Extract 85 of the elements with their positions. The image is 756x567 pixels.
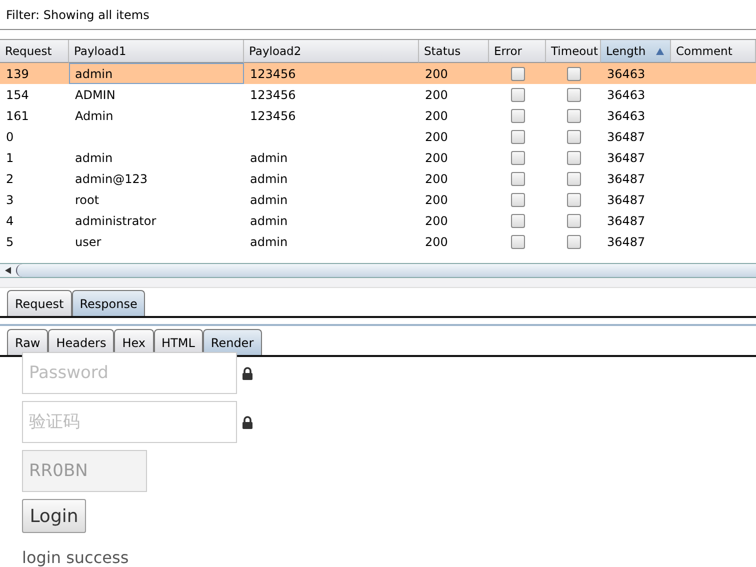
table-cell: 123456 — [250, 88, 296, 102]
table-cell: admin — [250, 214, 288, 228]
tab[interactable]: Render — [202, 329, 262, 355]
table-cell: 200 — [425, 192, 448, 206]
table-cell: 154 — [6, 88, 29, 102]
password-field[interactable]: Password — [22, 352, 237, 394]
table-cell: admin — [250, 234, 288, 248]
table-cell: 200 — [425, 88, 448, 102]
column-header[interactable]: Payload2 — [244, 40, 419, 63]
column-header[interactable]: Length — [601, 40, 671, 63]
sort-icon — [656, 48, 664, 54]
filter-label: Filter: Showing all items — [6, 8, 150, 22]
status-message: login success — [22, 548, 130, 567]
table-cell: 200 — [425, 130, 448, 144]
lock-icon — [242, 366, 253, 380]
tab[interactable]: Request — [7, 290, 72, 316]
table-cell: admin — [250, 172, 288, 186]
table-cell: 4 — [6, 214, 14, 228]
checkbox[interactable] — [510, 214, 524, 228]
checkbox[interactable] — [510, 172, 524, 186]
table-cell: admin — [250, 192, 288, 206]
table-cell: 36463 — [607, 66, 646, 80]
checkbox[interactable] — [566, 108, 580, 122]
table-cell: 200 — [425, 108, 448, 122]
table-cell: 36487 — [607, 234, 646, 248]
table-cell: admin — [250, 150, 288, 164]
column-header[interactable]: Request — [0, 40, 69, 63]
table-cell: 200 — [425, 150, 448, 164]
table-cell: 0 — [6, 130, 14, 144]
table-cell: 36487 — [607, 192, 646, 206]
table-cell: 200 — [425, 214, 448, 228]
table-cell: ADMIN — [75, 88, 116, 102]
table-cell: 36487 — [607, 214, 646, 228]
lock-icon — [242, 416, 253, 428]
checkbox[interactable] — [510, 108, 524, 122]
tab[interactable]: Raw — [7, 329, 48, 355]
table-cell: 139 — [6, 66, 29, 80]
checkbox[interactable] — [566, 234, 580, 248]
table-cell: admin — [75, 150, 113, 164]
table-cell: 200 — [425, 66, 448, 80]
table-cell: 200 — [425, 234, 448, 248]
column-header[interactable]: Payload1 — [69, 40, 244, 63]
horizontal-scrollbar[interactable] — [0, 263, 756, 278]
table-cell: admin — [75, 66, 113, 80]
checkbox[interactable] — [566, 66, 580, 80]
table-row[interactable]: 139 admin 123456 200 36463 — [0, 63, 756, 84]
table-cell: 161 — [6, 108, 29, 122]
captcha-image: RR0BN — [22, 450, 147, 492]
login-button[interactable]: Login — [22, 499, 86, 533]
checkbox[interactable] — [566, 214, 580, 228]
checkbox[interactable] — [510, 66, 524, 80]
table-cell: 200 — [425, 172, 448, 186]
table-cell: 123456 — [250, 108, 296, 122]
table-cell: admin@123 — [75, 172, 148, 186]
table-cell: 36463 — [607, 108, 646, 122]
table-cell: 1 — [6, 150, 14, 164]
column-header[interactable]: Comment — [671, 40, 756, 63]
table-cell: 3 — [6, 192, 14, 206]
checkbox[interactable] — [510, 192, 524, 206]
column-header[interactable]: Error — [489, 40, 546, 63]
left-arrow-icon[interactable] — [5, 267, 11, 274]
table-cell: 36487 — [607, 150, 646, 164]
checkbox[interactable] — [566, 130, 580, 144]
table-cell: user — [75, 234, 102, 248]
checkbox[interactable] — [510, 150, 524, 164]
table-cell: administrator — [75, 214, 156, 228]
table-cell: 5 — [6, 234, 14, 248]
checkbox[interactable] — [566, 172, 580, 186]
table-cell: 123456 — [250, 66, 296, 80]
checkbox[interactable] — [510, 130, 524, 144]
table-cell: 36487 — [607, 130, 646, 144]
checkbox[interactable] — [566, 150, 580, 164]
table-cell: 36463 — [607, 88, 646, 102]
tab[interactable]: Response — [72, 290, 146, 316]
captcha-field[interactable]: 验证码 — [22, 401, 237, 443]
checkbox[interactable] — [566, 192, 580, 206]
column-header[interactable]: Timeout — [546, 40, 601, 63]
table-cell: 2 — [6, 172, 14, 186]
checkbox[interactable] — [566, 88, 580, 102]
table-cell: 36487 — [607, 172, 646, 186]
table-cell: Admin — [75, 108, 114, 122]
checkbox[interactable] — [510, 234, 524, 248]
table-cell: root — [75, 192, 100, 206]
checkbox[interactable] — [510, 88, 524, 102]
column-header[interactable]: Status — [419, 40, 489, 63]
